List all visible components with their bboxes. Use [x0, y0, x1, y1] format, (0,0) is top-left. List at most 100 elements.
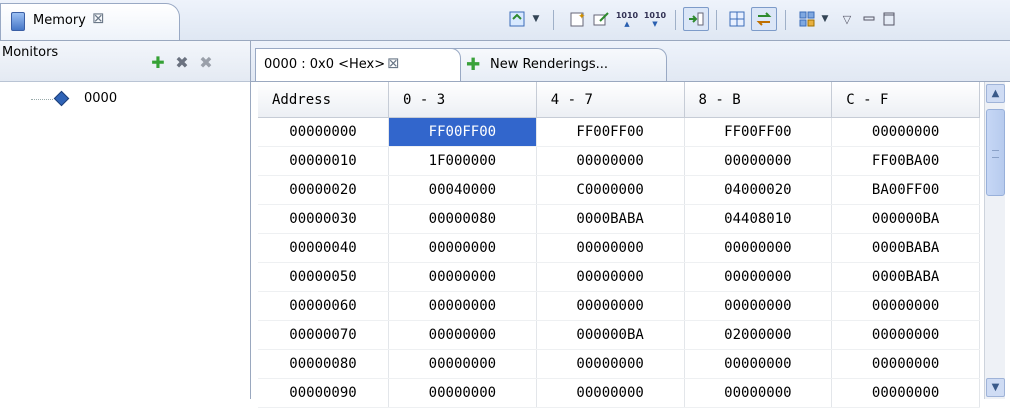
scroll-up-icon[interactable]: ▲: [986, 84, 1005, 103]
memory-cell[interactable]: 02000000: [684, 320, 833, 350]
address-cell: 00000030: [258, 204, 389, 234]
toggle-split-pane-icon[interactable]: [725, 7, 749, 31]
memory-cell[interactable]: 00000000: [536, 378, 685, 408]
vertical-scrollbar[interactable]: ▲ ▼: [984, 82, 1005, 399]
memory-cell[interactable]: 04408010: [684, 204, 833, 234]
memory-cell[interactable]: 0000BABA: [536, 204, 685, 234]
arrow-down-icon: ▼: [652, 19, 658, 28]
add-monitor-icon[interactable]: ✚: [148, 52, 168, 72]
monitor-tree-item[interactable]: 0000: [0, 89, 250, 109]
header-row: Address 0 - 3 4 - 7 8 - B C - F: [258, 82, 980, 118]
scroll-thumb[interactable]: [986, 109, 1005, 196]
maximize-icon[interactable]: [880, 7, 898, 31]
memory-cell[interactable]: FF00BA00: [831, 146, 980, 176]
close-view-icon[interactable]: ⊠: [92, 9, 105, 27]
memory-cell[interactable]: 0000BABA: [831, 233, 980, 263]
memory-cell[interactable]: 00000080: [388, 204, 537, 234]
monitors-pane: Monitors ✚ ✖ ✖ 0000: [0, 41, 251, 399]
view-toolbar: ▼ ✦ 1010 ▲ 1010 ▼ ▼ ▽: [505, 7, 1010, 33]
hex-rendering-tab[interactable]: 0000 : 0x0 <Hex> ⊠: [255, 48, 461, 81]
view-tab-bar: Memory ⊠ ▼ ✦ 1010 ▲ 1010 ▼ ▼ ▽: [0, 0, 1010, 41]
memory-cell[interactable]: 00000000: [388, 233, 537, 263]
memory-cell[interactable]: 00000000: [536, 262, 685, 292]
memory-cell[interactable]: C0000000: [536, 175, 685, 205]
memory-cell[interactable]: 000000BA: [831, 204, 980, 234]
memory-cell[interactable]: 00000000: [388, 262, 537, 292]
memory-cell[interactable]: 00000000: [684, 233, 833, 263]
address-cell: 00000060: [258, 291, 389, 321]
remove-monitor-icon[interactable]: ✖: [172, 52, 192, 72]
memory-view-title: Memory: [33, 13, 86, 28]
remove-all-monitors-icon[interactable]: ✖: [196, 52, 216, 72]
column-header-0-3[interactable]: 0 - 3: [388, 82, 537, 118]
export-memory-icon[interactable]: 1010 ▼: [643, 7, 667, 31]
toolbar-separator: [716, 10, 717, 30]
memory-cell[interactable]: 00000000: [831, 320, 980, 350]
memory-cell[interactable]: 00000000: [536, 349, 685, 379]
memory-cell[interactable]: 00000000: [536, 146, 685, 176]
new-memory-monitor-icon[interactable]: ✦: [565, 7, 589, 31]
column-header-8-b[interactable]: 8 - B: [684, 82, 833, 118]
memory-icon: [11, 12, 25, 31]
close-rendering-icon[interactable]: ⊠: [387, 54, 400, 72]
memory-cell[interactable]: 00000000: [831, 378, 980, 408]
memory-cell[interactable]: 00000000: [831, 117, 980, 147]
grid-body: 00000000 FF00FF00 FF00FF00 FF00FF00 00000000…: [258, 117, 980, 408]
scroll-grip-icon: [992, 150, 999, 158]
address-cell: 00000000: [258, 117, 389, 147]
memory-cell[interactable]: 00000000: [831, 291, 980, 321]
memory-cell[interactable]: 00000000: [388, 320, 537, 350]
memory-cell[interactable]: 00040000: [388, 175, 537, 205]
new-renderings-tab[interactable]: ✚ New Renderings...: [449, 48, 667, 81]
table-row: 00000020 00040000 C0000000 04000020 BA00FF00: [258, 175, 980, 205]
toolbar-separator: [785, 10, 786, 30]
view-menu-icon[interactable]: ▽: [838, 7, 856, 31]
dropdown-arrow-icon[interactable]: ▼: [818, 7, 832, 31]
memory-cell[interactable]: 00000000: [684, 378, 833, 408]
dropdown-arrow-icon[interactable]: ▼: [529, 7, 543, 31]
column-header-4-7[interactable]: 4 - 7: [536, 82, 685, 118]
column-header-c-f[interactable]: C - F: [831, 82, 980, 118]
memory-cell[interactable]: 00000000: [831, 349, 980, 379]
toggle-rendering-icon[interactable]: [505, 7, 529, 31]
memory-cell[interactable]: 00000000: [536, 233, 685, 263]
table-row: 00000050 00000000 00000000 00000000 0000BABA: [258, 262, 980, 292]
scroll-down-icon[interactable]: ▼: [986, 378, 1005, 397]
column-header-address[interactable]: Address: [258, 82, 389, 118]
memory-cell[interactable]: 00000000: [684, 349, 833, 379]
memory-cell[interactable]: 00000000: [684, 262, 833, 292]
memory-cell[interactable]: FF00FF00: [388, 117, 537, 147]
add-rendering-icon: ✚: [466, 55, 481, 75]
table-row: 00000060 00000000 00000000 00000000 00000000: [258, 291, 980, 321]
sync-memory-icon[interactable]: [751, 7, 777, 31]
arrow-up-icon: ▲: [624, 19, 630, 28]
address-cell: 00000040: [258, 233, 389, 263]
edit-memory-icon[interactable]: [589, 7, 613, 31]
memory-cell[interactable]: 00000000: [684, 291, 833, 321]
memory-cell[interactable]: BA00FF00: [831, 175, 980, 205]
memory-cell[interactable]: 00000000: [388, 349, 537, 379]
memory-cell[interactable]: 000000BA: [536, 320, 685, 350]
import-memory-icon[interactable]: 1010 ▲: [615, 7, 639, 31]
monitors-title: Monitors: [2, 45, 59, 60]
monitor-diamond-icon: [53, 90, 70, 107]
memory-cell[interactable]: 0000BABA: [831, 262, 980, 292]
layout-icon[interactable]: [795, 7, 819, 31]
memory-cell[interactable]: 1F000000: [388, 146, 537, 176]
monitor-label: 0000: [84, 91, 118, 106]
memory-cell[interactable]: 04000020: [684, 175, 833, 205]
memory-grid: Address 0 - 3 4 - 7 8 - B C - F 00000000…: [258, 82, 1005, 408]
link-memory-icon[interactable]: [683, 7, 709, 31]
export-label: 1010: [643, 10, 667, 20]
memory-view-tab[interactable]: Memory ⊠: [0, 3, 180, 40]
minimize-icon[interactable]: [860, 7, 878, 31]
memory-cell[interactable]: 00000000: [536, 291, 685, 321]
memory-cell[interactable]: FF00FF00: [684, 117, 833, 147]
memory-cell[interactable]: 00000000: [388, 291, 537, 321]
memory-cell[interactable]: FF00FF00: [536, 117, 685, 147]
memory-cell[interactable]: 00000000: [684, 146, 833, 176]
address-cell: 00000050: [258, 262, 389, 292]
memory-cell[interactable]: 00000000: [388, 378, 537, 408]
address-cell: 00000070: [258, 320, 389, 350]
tree-connector: [31, 99, 53, 100]
